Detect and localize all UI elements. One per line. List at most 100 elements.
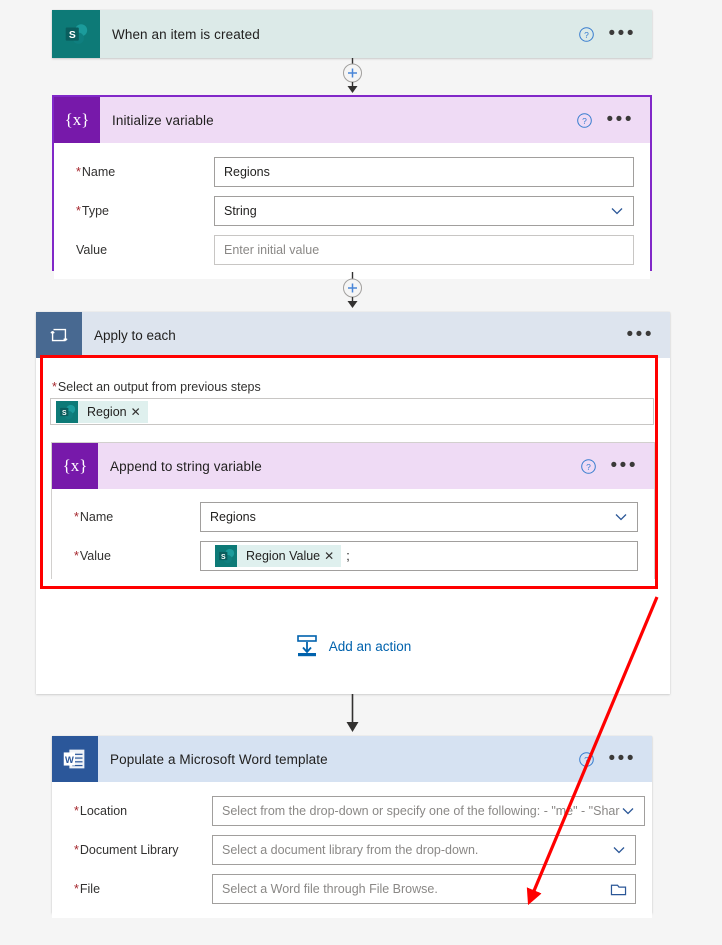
trigger-title: When an item is created	[112, 26, 260, 42]
append-value-trailing-text: ;	[346, 549, 350, 563]
help-icon[interactable]: ?	[580, 458, 597, 475]
svg-text:{x}: {x}	[65, 110, 90, 129]
sharepoint-icon: S	[52, 10, 100, 58]
connector-init-to-loop	[330, 272, 375, 310]
output-selector-input[interactable]: S Region ✕	[50, 398, 654, 425]
help-icon[interactable]: ?	[578, 26, 595, 43]
field-row-location: *Location Select from the drop-down or s…	[68, 796, 645, 826]
required-marker: *	[52, 380, 57, 394]
append-name-dropdown[interactable]: Regions	[200, 502, 638, 532]
output-selector-label: *Select an output from previous steps	[52, 380, 261, 394]
append-more-button[interactable]: •••	[611, 456, 638, 475]
word-header-actions: ? •••	[578, 749, 652, 768]
field-label-value: Value	[76, 243, 108, 257]
token-region-value-label: Region Value	[246, 549, 321, 563]
append-to-string-variable-header[interactable]: {x} Append to string variable ? •••	[52, 443, 654, 489]
insert-action-icon	[296, 635, 317, 657]
apply-to-each-title: Apply to each	[94, 327, 176, 343]
flow-designer-canvas: S When an item is created ? ••• {x} Init…	[0, 0, 722, 945]
chevron-down-icon[interactable]	[613, 509, 629, 525]
scope-card-apply-to-each[interactable]: Apply to each ••• *Select an output from…	[36, 312, 670, 694]
word-glyph: W	[63, 749, 85, 769]
required-marker: *	[76, 165, 81, 179]
field-row-type: *Type String	[70, 196, 634, 226]
token-region-value[interactable]: S Region Value ✕	[215, 545, 342, 567]
required-marker: *	[74, 510, 79, 524]
value-input[interactable]: Enter initial value	[214, 235, 634, 265]
type-dropdown[interactable]: String	[214, 196, 634, 226]
append-name-value: Regions	[210, 510, 256, 524]
token-region[interactable]: S Region ✕	[56, 400, 148, 423]
folder-browse-icon[interactable]	[610, 882, 627, 897]
field-label-append-value: *Value	[74, 549, 111, 563]
value-input-placeholder: Enter initial value	[224, 243, 320, 257]
chevron-down-icon[interactable]	[620, 803, 636, 819]
svg-text:?: ?	[584, 755, 589, 765]
action-card-populate-word-template[interactable]: W Populate a Microsoft Word template ? •…	[52, 736, 652, 918]
populate-word-template-title: Populate a Microsoft Word template	[110, 751, 328, 767]
variable-icon: {x}	[52, 443, 98, 489]
svg-text:S: S	[221, 554, 226, 561]
append-to-string-variable-body: *Name Regions *Value S Region Value ✕ ;	[52, 489, 654, 585]
apply-to-each-output-section: *Select an output from previous steps S …	[36, 358, 670, 425]
document-library-dropdown[interactable]: Select a document library from the drop-…	[212, 835, 636, 865]
add-an-action-label: Add an action	[328, 638, 412, 654]
name-input[interactable]: Regions	[214, 157, 634, 187]
required-marker: *	[76, 204, 81, 218]
field-label-name: *Name	[76, 165, 116, 179]
word-more-button[interactable]: •••	[609, 749, 636, 768]
field-label-document-library: *Document Library	[74, 843, 179, 857]
append-value-input[interactable]: S Region Value ✕ ;	[200, 541, 638, 571]
sharepoint-icon: S	[56, 400, 78, 423]
trigger-card-when-an-item-is-created[interactable]: S When an item is created ? •••	[52, 10, 652, 58]
apply-to-each-header[interactable]: Apply to each •••	[36, 312, 670, 358]
sharepoint-glyph: S	[60, 404, 76, 419]
apply-to-each-more-button[interactable]: •••	[627, 325, 654, 344]
chevron-down-icon[interactable]	[609, 203, 625, 219]
type-dropdown-value: String	[224, 204, 257, 218]
initialize-variable-body: *Name Regions *Type String Value Enter i…	[54, 143, 650, 279]
append-to-string-variable-title: Append to string variable	[110, 458, 262, 474]
svg-text:S: S	[69, 30, 76, 41]
field-label-file: *File	[74, 882, 101, 896]
variable-glyph: {x}	[65, 110, 90, 129]
add-an-action-button[interactable]: Add an action	[295, 634, 412, 658]
help-icon[interactable]: ?	[576, 112, 593, 129]
svg-text:{x}: {x}	[63, 456, 88, 475]
apply-to-each-header-actions: •••	[627, 325, 670, 344]
name-input-value: Regions	[224, 165, 270, 179]
initialize-variable-more-button[interactable]: •••	[607, 110, 634, 129]
chevron-down-icon[interactable]	[611, 842, 627, 858]
field-row-value: Value Enter initial value	[70, 235, 634, 265]
token-region-value-remove-icon[interactable]: ✕	[323, 550, 341, 562]
add-an-action-row: Add an action	[36, 634, 670, 658]
populate-word-template-header[interactable]: W Populate a Microsoft Word template ? •…	[52, 736, 652, 782]
trigger-card-header[interactable]: S When an item is created ? •••	[52, 10, 652, 58]
action-card-append-to-string-variable[interactable]: {x} Append to string variable ? ••• *Nam…	[51, 442, 655, 585]
required-marker: *	[74, 843, 79, 857]
connector-trigger-to-init	[330, 58, 375, 94]
action-card-initialize-variable[interactable]: {x} Initialize variable ? ••• *Name Regi…	[52, 95, 652, 279]
svg-text:W: W	[65, 755, 74, 765]
location-placeholder: Select from the drop-down or specify one…	[222, 804, 620, 818]
file-placeholder: Select a Word file through File Browse.	[222, 882, 438, 896]
append-header-actions: ? •••	[580, 456, 654, 475]
initialize-variable-title: Initialize variable	[112, 112, 214, 128]
help-icon[interactable]: ?	[578, 751, 595, 768]
initialize-variable-header[interactable]: {x} Initialize variable ? •••	[54, 97, 650, 143]
populate-word-template-body: *Location Select from the drop-down or s…	[52, 782, 652, 918]
document-library-placeholder: Select a document library from the drop-…	[222, 843, 479, 857]
connector-loop-to-word	[330, 694, 375, 736]
required-marker: *	[74, 804, 79, 818]
loop-glyph	[50, 328, 68, 342]
location-dropdown[interactable]: Select from the drop-down or specify one…	[212, 796, 645, 826]
variable-glyph: {x}	[63, 456, 88, 475]
file-input[interactable]: Select a Word file through File Browse.	[212, 874, 636, 904]
field-row-append-name: *Name Regions	[68, 502, 638, 532]
variable-icon: {x}	[54, 97, 100, 143]
word-icon: W	[52, 736, 98, 782]
trigger-more-button[interactable]: •••	[609, 24, 636, 43]
sharepoint-glyph: S	[65, 24, 88, 44]
token-region-remove-icon[interactable]: ✕	[130, 406, 148, 418]
field-label-append-name: *Name	[74, 510, 114, 524]
